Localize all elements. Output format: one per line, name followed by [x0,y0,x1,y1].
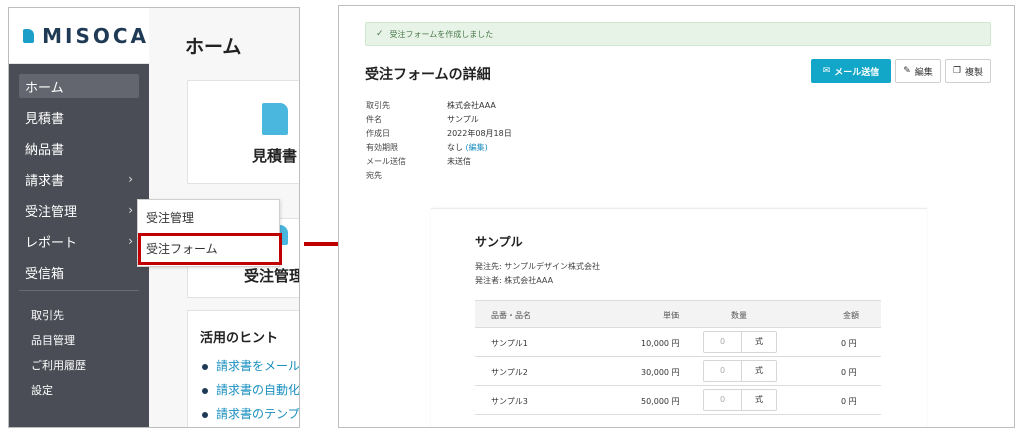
highlight-box [138,233,282,265]
info-value-subject: サンプル [447,115,479,124]
check-icon: ✓ [376,29,384,39]
info-label-subject: 件名 [366,115,382,124]
mail-icon: ✉ [822,66,831,76]
sidebar-item-items[interactable]: 品目管理 [31,332,75,348]
sidebar-item-clients[interactable]: 取引先 [31,307,64,323]
logo[interactable]: MISOCA [9,8,149,64]
sidebar-item-label: 請求書 [25,173,65,189]
logo-text: MISOCA [42,23,149,48]
button-label: 編集 [914,67,933,78]
chevron-right-icon: › [128,234,133,248]
cell-price: 30,000 円 [641,368,680,377]
card-label: 見積書 [252,147,298,165]
alert-text: 受注フォームを作成しました [389,29,494,39]
copy-icon: ❐ [952,66,962,76]
table-header: 品番・品名 単価 数量 金額 [475,300,881,328]
hints-title: 活用のヒント [200,331,279,346]
right-screenshot-panel: ✓ 受注フォームを作成しました 受注フォームの詳細 ✉ メール送信 ✎ 編集 ❐… [338,5,1015,428]
document-icon [262,103,288,135]
sidebar-item-label: レポート [25,235,78,251]
header-qty: 数量 [731,311,747,320]
hint-link[interactable]: 請求書のテンプ [202,405,299,422]
cell-amount: 0 円 [841,397,857,406]
success-alert: ✓ 受注フォームを作成しました [365,22,991,46]
hints-box: 活用のヒント 請求書をメール 請求書の自動化 請求書のテンプ [187,310,299,427]
info-value-created: 2022年08月18日 [447,129,512,138]
quantity-input[interactable]: 0 [704,332,742,352]
sidebar-item-quotes[interactable]: 見積書 [19,105,139,129]
info-value-mail: 未送信 [447,157,471,166]
sidebar-item-label: 納品書 [25,142,65,158]
page-title: 受注フォームの詳細 [365,67,491,83]
info-value-expiry: なし (編集) [447,143,488,152]
sidebar-item-inbox[interactable]: 受信箱 [19,260,139,284]
expiry-edit-link[interactable]: (編集) [466,143,488,152]
table-row: サンプル3 50,000 円 0 式 0 円 [475,386,881,415]
sidebar-item-orders[interactable]: 受注管理 › [19,198,139,222]
info-label-mail: メール送信 [366,157,406,166]
info-value-client: 株式会社AAA [447,101,496,110]
header-name: 品番・品名 [491,311,531,320]
orderer-to: 発注先: サンプルデザイン株式会社 [475,262,600,271]
edit-button[interactable]: ✎ 編集 [895,59,941,83]
orderer: 発注者: 株式会社AAA [475,276,554,285]
sheet-title: サンプル [475,235,523,249]
info-label-created: 作成日 [366,129,390,138]
hint-link[interactable]: 請求書をメール [202,357,299,374]
order-form-sheet: サンプル 発注先: サンプルデザイン株式会社 発注者: 株式会社AAA 品番・品… [431,208,927,427]
copy-button[interactable]: ❐ 複製 [945,59,991,83]
sidebar-item-home[interactable]: ホーム [19,74,139,98]
info-label-to: 宛先 [366,171,382,180]
cell-amount: 0 円 [841,368,857,377]
bullet-icon [202,411,208,418]
quote-card[interactable]: 見積書 [187,80,299,184]
cell-price: 10,000 円 [641,339,680,348]
sidebar-item-delivery[interactable]: 納品書 [19,136,139,160]
button-label: メール送信 [834,67,880,78]
quantity-field: 0 式 [703,389,777,411]
sidebar-item-label: 受注管理 [25,204,78,220]
cell-name: サンプル1 [491,339,528,348]
table-row: サンプル2 30,000 円 0 式 0 円 [475,357,881,386]
cell-amount: 0 円 [841,339,857,348]
sidebar: MISOCA ホーム 見積書 納品書 請求書 › 受注管理 › レポート › 受信箱 … [9,8,149,427]
cell-price: 50,000 円 [641,397,680,406]
bullet-icon [202,363,208,370]
sidebar-item-history[interactable]: ご利用履歴 [31,357,86,373]
quantity-input[interactable]: 0 [704,361,742,381]
submenu-item-orders[interactable]: 受注管理 [146,209,194,226]
button-label: 複製 [965,67,984,78]
pencil-icon: ✎ [903,66,911,76]
sidebar-item-label: 受信箱 [25,266,65,282]
quantity-field: 0 式 [703,360,777,382]
cell-name: サンプル2 [491,368,528,377]
bullet-icon [202,387,208,394]
chevron-right-icon: › [128,203,133,217]
table-row: サンプル1 10,000 円 0 式 0 円 [475,328,881,357]
header-amount: 金額 [843,311,859,320]
sidebar-item-settings[interactable]: 設定 [31,382,53,398]
chevron-right-icon: › [128,172,133,186]
sidebar-item-reports[interactable]: レポート › [19,229,139,253]
sidebar-divider [19,290,139,291]
header-price: 単価 [663,311,679,320]
quantity-field: 0 式 [703,331,777,353]
unit-label: 式 [755,395,763,404]
sidebar-item-label: ホーム [25,80,64,96]
hint-link[interactable]: 請求書の自動化 [202,381,299,398]
info-label-client: 取引先 [366,101,390,110]
logo-mark-icon [23,28,35,43]
unit-label: 式 [755,366,763,375]
quantity-input[interactable]: 0 [704,390,742,410]
send-mail-button[interactable]: ✉ メール送信 [811,59,891,83]
sidebar-item-invoices[interactable]: 請求書 › [19,167,139,191]
sidebar-item-label: 見積書 [25,111,65,127]
page-title: ホーム [185,36,242,58]
card-label: 受注管理 [244,267,300,285]
unit-label: 式 [755,337,763,346]
cell-name: サンプル3 [491,397,528,406]
info-label-expiry: 有効期限 [366,143,398,152]
